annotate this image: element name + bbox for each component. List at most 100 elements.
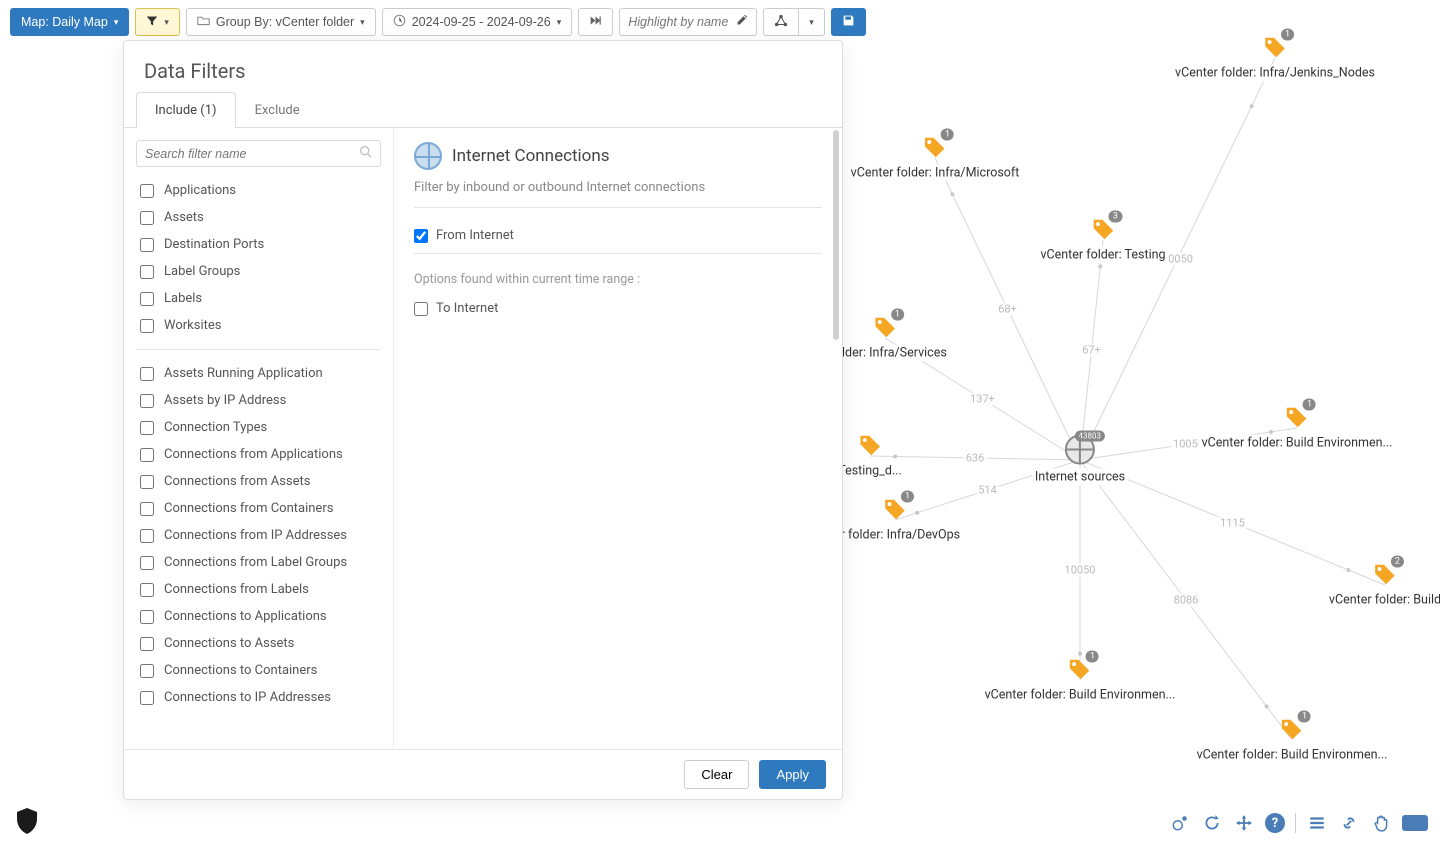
map-node[interactable]: 3vCenter folder: Testing <box>1037 217 1168 264</box>
edge-label: 514 <box>976 484 999 497</box>
filter-item[interactable]: Connections from Labels <box>136 576 381 603</box>
checkbox-input[interactable] <box>414 229 428 243</box>
checkbox-input[interactable] <box>140 421 154 435</box>
tag-icon: 1 <box>1067 657 1093 683</box>
graph-icon <box>774 14 788 31</box>
checkbox-input[interactable] <box>140 637 154 651</box>
filter-item[interactable]: Labels <box>136 285 381 312</box>
map-select-button[interactable]: Map: Daily Map ▾ <box>10 8 129 36</box>
date-range-label: 2024-09-25 - 2024-09-26 <box>412 15 551 29</box>
search-filter-input[interactable] <box>145 147 359 161</box>
map-node[interactable]: 2vCenter folder: Build <box>1326 562 1440 609</box>
fast-forward-button[interactable] <box>578 8 613 36</box>
help-icon[interactable]: ? <box>1265 813 1285 833</box>
checkbox-input[interactable] <box>140 691 154 705</box>
map-node[interactable]: 1vCenter folder: Build Environmen... <box>982 657 1179 704</box>
filter-item-label: Connections to IP Addresses <box>164 690 331 705</box>
edge-label: 1115 <box>1218 516 1247 529</box>
filter-item-label: Connections to Assets <box>164 636 294 651</box>
checkbox-input[interactable] <box>140 211 154 225</box>
highlight-input[interactable] <box>628 15 728 29</box>
checkbox-input[interactable] <box>140 583 154 597</box>
filter-item[interactable]: Connections to Containers <box>136 657 381 684</box>
refresh-icon[interactable] <box>1201 812 1223 834</box>
filter-item[interactable]: Applications <box>136 177 381 204</box>
map-node[interactable]: 1vCenter folder: Build Environmen... <box>1199 405 1396 452</box>
filter-icon <box>146 15 158 30</box>
filter-list: ApplicationsAssetsDestination PortsLabel… <box>124 128 394 749</box>
filter-item[interactable]: Connections to Applications <box>136 603 381 630</box>
tag-icon: 1 <box>1284 405 1310 431</box>
fit-icon[interactable] <box>1233 812 1255 834</box>
checkbox-input[interactable] <box>140 529 154 543</box>
map-node[interactable]: 1vCenter folder: Infra/Microsoft <box>848 135 1023 182</box>
filter-item[interactable]: Connection Types <box>136 414 381 441</box>
filter-item[interactable]: Worksites <box>136 312 381 339</box>
filter-item-label: Connections from Applications <box>164 447 343 462</box>
filter-item[interactable]: Connections to IP Addresses <box>136 684 381 711</box>
checkbox-input[interactable] <box>140 238 154 252</box>
checkbox-input[interactable] <box>140 319 154 333</box>
map-tools: ? <box>1169 812 1428 834</box>
checkbox-input[interactable] <box>140 265 154 279</box>
filter-item[interactable]: Connections from Assets <box>136 468 381 495</box>
filter-item[interactable]: Connections from Label Groups <box>136 549 381 576</box>
divider <box>414 253 822 254</box>
filter-item[interactable]: Label Groups <box>136 258 381 285</box>
group-by-button[interactable]: Group By: vCenter folder ▾ <box>186 8 376 36</box>
layout-dropdown-button[interactable]: ▾ <box>798 8 825 36</box>
map-node[interactable]: Testing_d... <box>835 433 905 480</box>
apply-button[interactable]: Apply <box>759 760 826 789</box>
checkbox-input[interactable] <box>140 448 154 462</box>
edge-label: 8086 <box>1172 594 1201 607</box>
scrollbar[interactable] <box>833 130 839 340</box>
filter-item[interactable]: Connections from Containers <box>136 495 381 522</box>
checkbox-input[interactable] <box>140 292 154 306</box>
pencil-icon[interactable] <box>736 14 748 30</box>
chevron-down-icon: ▾ <box>557 17 562 28</box>
map-node[interactable]: 1ter folder: Infra/DevOps <box>827 497 963 544</box>
checkbox-input[interactable] <box>140 502 154 516</box>
list-view-icon[interactable] <box>1306 812 1328 834</box>
checkbox-input[interactable] <box>140 394 154 408</box>
divider <box>136 349 381 350</box>
checkbox-input[interactable] <box>140 610 154 624</box>
filter-item[interactable]: Assets <box>136 204 381 231</box>
to-internet-checkbox[interactable]: To Internet <box>414 295 822 322</box>
filter-item[interactable]: Destination Ports <box>136 231 381 258</box>
internet-sources-node[interactable]: 43803 Internet sources <box>1032 435 1128 486</box>
date-range-button[interactable]: 2024-09-25 - 2024-09-26 ▾ <box>382 8 573 36</box>
filter-button[interactable]: ▾ <box>135 8 180 36</box>
tab-include[interactable]: Include (1) <box>136 92 236 128</box>
checkbox-input[interactable] <box>140 184 154 198</box>
filter-item[interactable]: Connections from IP Addresses <box>136 522 381 549</box>
clear-button[interactable]: Clear <box>684 760 749 789</box>
detail-header: Internet Connections <box>414 142 822 180</box>
filter-item[interactable]: Assets by IP Address <box>136 387 381 414</box>
link-icon[interactable] <box>1338 812 1360 834</box>
filter-item-label: Worksites <box>164 318 221 333</box>
map-node[interactable]: 1vCenter folder: Build Environmen... <box>1194 717 1391 764</box>
filter-item-label: Connections from Label Groups <box>164 555 347 570</box>
from-internet-checkbox[interactable]: From Internet <box>414 222 822 249</box>
node-badge: 1 <box>901 491 914 503</box>
detail-title: Internet Connections <box>452 146 610 166</box>
checkbox-input[interactable] <box>140 475 154 489</box>
checkbox-input[interactable] <box>414 302 428 316</box>
checkbox-input[interactable] <box>140 367 154 381</box>
settings-icon[interactable] <box>1169 812 1191 834</box>
save-icon <box>842 14 855 30</box>
filter-item[interactable]: Connections to Assets <box>136 630 381 657</box>
keyboard-icon[interactable] <box>1402 815 1428 831</box>
filter-item-label: Connections from IP Addresses <box>164 528 347 543</box>
tab-exclude[interactable]: Exclude <box>236 92 319 128</box>
filter-item[interactable]: Assets Running Application <box>136 360 381 387</box>
tag-icon: 1 <box>1279 717 1305 743</box>
checkbox-input[interactable] <box>140 664 154 678</box>
save-button[interactable] <box>831 8 866 36</box>
shield-icon[interactable] <box>16 808 38 834</box>
layout-button[interactable] <box>763 8 799 36</box>
pan-icon[interactable] <box>1370 812 1392 834</box>
checkbox-input[interactable] <box>140 556 154 570</box>
filter-item[interactable]: Connections from Applications <box>136 441 381 468</box>
